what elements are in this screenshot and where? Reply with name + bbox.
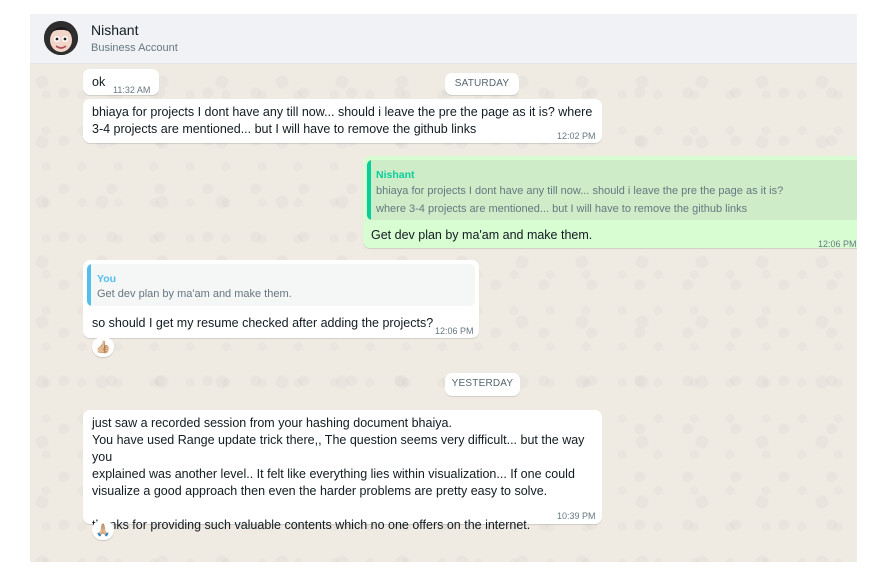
contact-avatar[interactable]: [44, 21, 78, 55]
quote-text: Get dev plan by ma'am and make them.: [97, 288, 292, 300]
chat-window: Nishant Business Account ok 11:32 AM SAT…: [30, 14, 857, 562]
reaction-folded-hands[interactable]: 🙏🏼: [92, 520, 114, 540]
message-time: 12:02 PM: [557, 131, 596, 141]
message-text: Get dev plan by ma'am and make them.: [371, 228, 593, 242]
message-text: bhiaya for projects I dont have any till…: [92, 105, 593, 136]
message-time: 10:39 PM: [557, 511, 596, 521]
message-time: 12:06 PM: [818, 239, 857, 249]
avatar-image: [44, 21, 78, 55]
message-text: so should I get my resume checked after …: [92, 316, 434, 330]
date-separator: SATURDAY: [445, 73, 519, 95]
message-list[interactable]: ok 11:32 AM SATURDAY bhiaya for projects…: [30, 64, 857, 562]
message-text: just saw a recorded session from your ha…: [92, 416, 585, 532]
incoming-message[interactable]: just saw a recorded session from your ha…: [83, 410, 602, 532]
quote-bar: [87, 264, 91, 306]
message-time: 12:06 PM: [435, 326, 474, 336]
outgoing-message[interactable]: Nishant bhiaya for projects I dont have …: [363, 156, 857, 249]
quote-text: bhiaya for projects I dont have any till…: [376, 185, 784, 215]
contact-subtitle: Business Account: [91, 42, 178, 54]
message-text: ok: [92, 75, 106, 89]
incoming-message[interactable]: bhiaya for projects I dont have any till…: [83, 99, 602, 143]
quoted-message[interactable]: You Get dev plan by ma'am and make them.: [87, 264, 475, 306]
date-separator: YESTERDAY: [445, 373, 520, 396]
incoming-message[interactable]: You Get dev plan by ma'am and make them.…: [83, 260, 479, 338]
chat-header[interactable]: Nishant Business Account: [30, 14, 857, 64]
quoted-message[interactable]: Nishant bhiaya for projects I dont have …: [367, 160, 857, 220]
reaction-thumbs-up[interactable]: 👍🏼: [92, 337, 114, 357]
message-time: 11:32 AM: [113, 85, 151, 95]
incoming-message[interactable]: ok 11:32 AM: [83, 69, 159, 95]
quote-bar: [367, 160, 371, 220]
contact-name[interactable]: Nishant: [91, 22, 138, 38]
